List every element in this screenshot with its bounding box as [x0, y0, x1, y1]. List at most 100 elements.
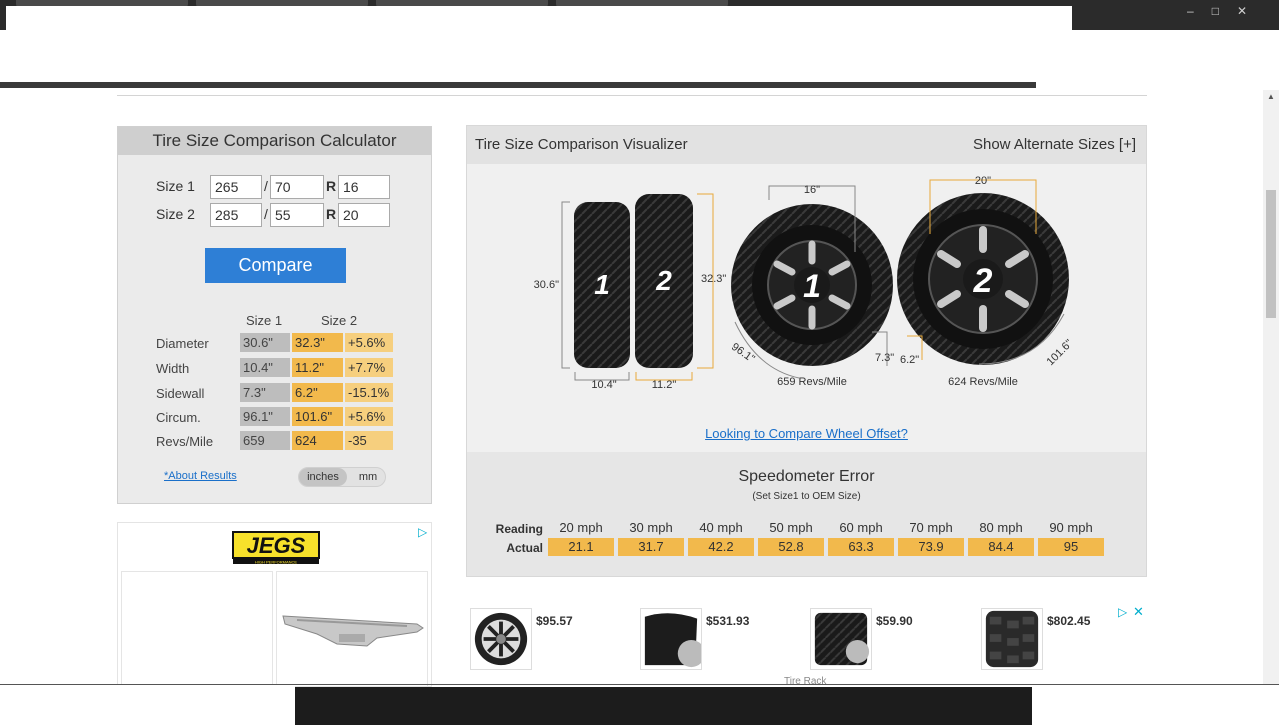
reading-label: Reading [495, 522, 543, 536]
speed-reading: 50 mph [769, 520, 813, 535]
speed-actual: 21.1 [548, 538, 614, 556]
speed-actual: 63.3 [828, 538, 894, 556]
size1-label: Size 1 [156, 178, 195, 194]
unit-mm-option[interactable]: mm [351, 468, 385, 486]
ad-choices-icon[interactable]: ▷ [418, 525, 427, 539]
results-col-size2: Size 2 [321, 313, 358, 328]
page-scrollbar[interactable]: ▲ [1263, 90, 1279, 685]
wheel-icon[interactable] [470, 608, 532, 670]
compare-button[interactable]: Compare [205, 248, 346, 283]
tire2-number: 2 [655, 265, 672, 296]
ad-choices-icon[interactable]: ▷ [1118, 605, 1127, 619]
wheel1-sidewall-label: 7.3" [875, 352, 894, 364]
tire-icon[interactable] [810, 608, 872, 670]
about-results-link[interactable]: *About Results [164, 470, 237, 482]
bottom-blank [1032, 685, 1279, 725]
bottom-blank [0, 685, 295, 725]
speed-actual: 84.4 [968, 538, 1034, 556]
speed-reading: 30 mph [629, 520, 673, 535]
speed-reading: 80 mph [979, 520, 1023, 535]
bumper-product-icon [282, 615, 424, 647]
visualizer-header: Tire Size Comparison Visualizer Show Alt… [467, 126, 1146, 164]
jegs-logo-text: JEGS [247, 533, 306, 558]
size2-aspect-input[interactable] [270, 203, 324, 227]
wheel1-circumference-label: 96.1" [729, 341, 757, 365]
wheel1-rim-label: 16" [804, 184, 820, 196]
tire1-number: 1 [594, 269, 610, 300]
size1-rim-input[interactable] [338, 175, 390, 199]
jegs-ad[interactable]: JEGS HIGH PERFORMANCE ▷ [117, 522, 432, 687]
ad-product-tile[interactable] [121, 571, 273, 687]
maximize-icon[interactable]: □ [1212, 4, 1237, 18]
result-label: Diameter [156, 336, 209, 351]
speedometer-title: Speedometer Error [738, 468, 875, 485]
speed-actual: 42.2 [688, 538, 754, 556]
result-label: Revs/Mile [156, 434, 214, 449]
close-window-icon[interactable]: ✕ [1237, 4, 1265, 18]
result-size1-value: 30.6" [240, 333, 290, 352]
wheel1-revs-label: 659 Revs/Mile [777, 376, 847, 388]
speed-actual: 73.9 [898, 538, 964, 556]
result-diff-value: -35 [345, 431, 393, 450]
blank-overlay [1036, 30, 1072, 82]
calculator-title: Tire Size Comparison Calculator [118, 127, 431, 155]
speed-reading: 70 mph [909, 520, 953, 535]
result-label: Circum. [156, 410, 201, 425]
ad-product-tile[interactable] [276, 571, 428, 687]
product-price[interactable]: $59.90 [876, 614, 913, 628]
window-controls[interactable]: –□✕ [1187, 4, 1265, 18]
speed-actual: 31.7 [618, 538, 684, 556]
tire-rack-label: Tire Rack [784, 676, 827, 687]
size1-width-input[interactable] [210, 175, 262, 199]
tire1-height-label: 30.6" [534, 279, 559, 291]
result-diff-value: -15.1% [345, 383, 393, 402]
minimize-icon[interactable]: – [1187, 4, 1212, 18]
rim-r-label: R [326, 178, 337, 194]
result-size2-value: 624 [292, 431, 343, 450]
result-diff-value: +7.7% [345, 358, 393, 377]
scroll-up-icon[interactable]: ▲ [1263, 90, 1279, 104]
speed-actual: 95 [1038, 538, 1104, 556]
speed-actual: 52.8 [758, 538, 824, 556]
result-size1-value: 7.3" [240, 383, 290, 402]
result-size1-value: 96.1" [240, 407, 290, 426]
unit-inches-option[interactable]: inches [299, 468, 347, 486]
show-alternate-sizes-link[interactable]: Show Alternate Sizes [+] [973, 136, 1136, 153]
tire-size-calculator: Tire Size Comparison Calculator Size 1 /… [117, 126, 432, 504]
wheel2-number: 2 [973, 262, 993, 300]
jegs-logo[interactable]: JEGS HIGH PERFORMANCE [231, 529, 321, 565]
size2-width-input[interactable] [210, 203, 262, 227]
product-price[interactable]: $802.45 [1047, 614, 1090, 628]
speed-reading: 60 mph [839, 520, 883, 535]
size2-rim-input[interactable] [338, 203, 390, 227]
unit-toggle[interactable]: inches mm [298, 467, 386, 487]
tire2-width-label: 11.2" [652, 379, 677, 391]
ad-close-icon[interactable]: ✕ [1133, 604, 1144, 620]
slick-tire-icon[interactable] [640, 608, 702, 670]
tire-visualizer: Tire Size Comparison Visualizer Show Alt… [466, 125, 1147, 577]
result-size1-value: 10.4" [240, 358, 290, 377]
result-size2-value: 6.2" [292, 383, 343, 402]
result-label: Width [156, 361, 190, 376]
result-size2-value: 32.3" [292, 333, 343, 352]
result-diff-value: +5.6% [345, 333, 393, 352]
product-price[interactable]: $531.93 [706, 614, 749, 628]
offroad-tire-icon[interactable] [981, 608, 1043, 670]
speed-reading: 40 mph [699, 520, 743, 535]
speed-reading: 20 mph [559, 520, 603, 535]
header-divider [117, 95, 1147, 96]
overlay-shadow [0, 82, 1036, 88]
speedometer-error-section: Speedometer Error (Set Size1 to OEM Size… [467, 452, 1146, 576]
bottom-dark-overlay [295, 687, 1032, 725]
blank-overlay [6, 6, 1072, 82]
size1-aspect-input[interactable] [270, 175, 324, 199]
actual-label: Actual [506, 541, 543, 555]
compare-wheel-offset-link[interactable]: Looking to Compare Wheel Offset? [467, 426, 1146, 441]
scrollbar-thumb[interactable] [1266, 190, 1276, 318]
size2-label: Size 2 [156, 206, 195, 222]
product-price[interactable]: $95.57 [536, 614, 573, 628]
result-diff-value: +5.6% [345, 407, 393, 426]
visualizer-title: Tire Size Comparison Visualizer [475, 136, 688, 153]
result-size2-value: 11.2" [292, 358, 343, 377]
tire2-height-label: 32.3" [701, 273, 726, 285]
